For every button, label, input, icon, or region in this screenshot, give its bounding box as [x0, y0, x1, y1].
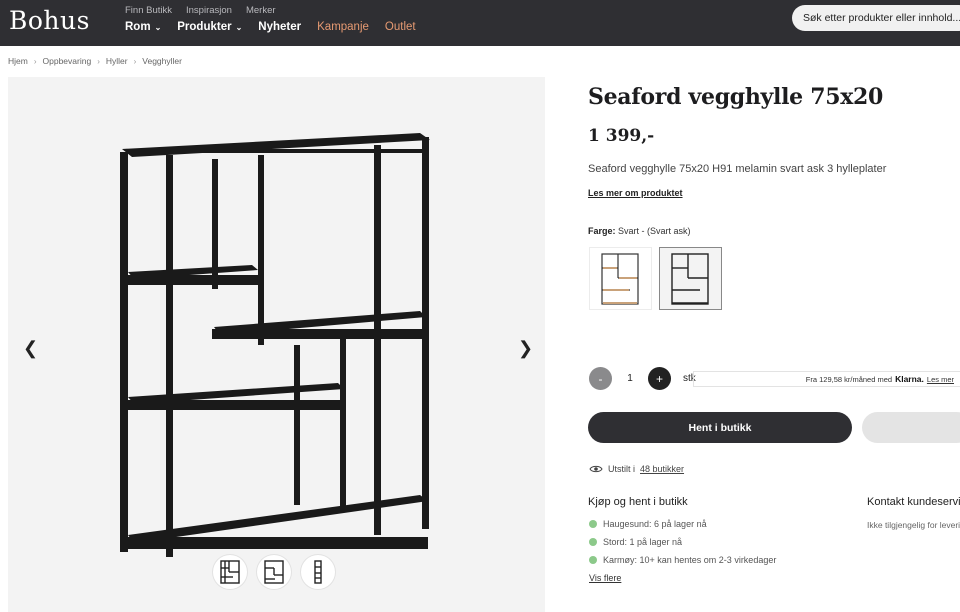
top-link-finn-butikk[interactable]: Finn Butikk	[125, 5, 172, 16]
breadcrumb-hjem[interactable]: Hjem	[8, 56, 28, 66]
in-stock-dot-icon	[589, 520, 597, 528]
store-stock-row: Stord: 1 på lager nå	[589, 537, 682, 547]
in-stock-dot-icon	[589, 538, 597, 546]
store-stock-row: Karmøy: 10+ kan hentes om 2-3 virkedager	[589, 555, 776, 565]
shelf-thumbnail-icon	[220, 560, 240, 584]
main-nav: Rom ⌄ Produkter ⌄ Nyheter Kampanje Outle…	[125, 21, 416, 33]
chevron-right-icon: ›	[133, 56, 137, 66]
show-more-stores-link[interactable]: Vis flere	[589, 573, 621, 583]
exhibit-prefix: Utstilt i	[608, 464, 635, 474]
chevron-right-icon[interactable]: ❯	[518, 338, 533, 359]
pickup-section-title: Kjøp og hent i butikk	[588, 496, 688, 508]
chevron-right-icon: ›	[33, 56, 37, 66]
shelf-side-thumbnail-icon	[314, 560, 322, 584]
eye-icon	[589, 465, 603, 473]
color-selector-label: Farge: Svart - (Svart ask)	[588, 226, 691, 236]
store-stock-text: Stord: 1 på lager nå	[603, 537, 683, 547]
nav-kampanje[interactable]: Kampanje	[317, 21, 369, 33]
color-swatch-black[interactable]	[659, 247, 722, 310]
store-stock-row: Haugesund: 6 på lager nå	[589, 519, 707, 529]
site-header: Bohus Finn Butikk Inspirasjon Merker Rom…	[0, 0, 960, 46]
shelf-swatch-icon	[601, 253, 639, 305]
breadcrumb-vegghyller[interactable]: Vegghyller	[142, 56, 182, 66]
color-value: Svart - (Svart ask)	[618, 226, 691, 236]
color-label: Farge:	[588, 226, 616, 236]
top-links: Finn Butikk Inspirasjon Merker	[125, 5, 276, 16]
color-swatch-natural[interactable]	[589, 247, 652, 310]
thumbnail-angle[interactable]	[257, 555, 291, 589]
product-description: Seaford vegghylle 75x20 H91 melamin svar…	[588, 163, 887, 175]
pickup-in-store-button[interactable]: Hent i butikk	[588, 412, 852, 443]
quantity-decrease-button[interactable]: -	[589, 367, 612, 390]
contact-subtitle: Ikke tilgjengelig for levering	[867, 520, 960, 530]
logo[interactable]: Bohus	[9, 6, 90, 35]
chevron-right-icon: ›	[97, 56, 100, 66]
chevron-down-icon: ⌄	[235, 22, 243, 32]
nav-outlet-label: Outlet	[384, 21, 416, 33]
add-to-cart-button[interactable]	[862, 412, 960, 443]
nav-produkter-label: Produkter	[177, 21, 232, 33]
product-image	[120, 133, 430, 557]
nav-nyheter[interactable]: Nyheter	[258, 21, 301, 33]
product-title: Seaford vegghylle 75x20	[588, 84, 884, 110]
klarna-logo: Klarna.	[895, 374, 924, 384]
nav-nyheter-label: Nyheter	[258, 21, 302, 33]
thumbnail-strip	[213, 555, 335, 589]
quantity-value[interactable]: 1	[620, 373, 640, 384]
klarna-text: Fra 129,58 kr/måned med	[805, 374, 893, 384]
product-gallery: ❮ ❯	[8, 77, 545, 612]
thumbnail-front[interactable]	[213, 555, 247, 589]
thumbnail-side[interactable]	[301, 555, 335, 589]
read-more-link[interactable]: Les mer om produktet	[588, 188, 683, 198]
store-stock-text: Karmøy: 10+ kan hentes om 2-3 virkedager	[603, 555, 777, 565]
klarna-read-more-link[interactable]: Les mer	[927, 375, 954, 384]
search-input[interactable]: Søk etter produkter eller innhold...	[792, 5, 960, 31]
product-price: 1 399,-	[588, 126, 655, 146]
exhibit-stores-link[interactable]: 48 butikker	[640, 464, 684, 474]
in-stock-dot-icon	[589, 556, 597, 564]
exhibited-in-stores: Utstilt i 48 butikker	[589, 464, 684, 474]
nav-rom-label: Rom	[125, 21, 151, 33]
store-stock-text: Haugesund: 6 på lager nå	[603, 519, 707, 529]
contact-title: Kontakt kundeservice	[867, 496, 960, 508]
shelf-swatch-icon	[671, 253, 709, 305]
shelf-thumbnail-icon	[264, 560, 284, 584]
chevron-down-icon: ⌄	[154, 22, 162, 32]
quantity-stepper: - 1 + stk	[589, 367, 696, 390]
top-link-merker[interactable]: Merker	[246, 5, 276, 16]
nav-outlet[interactable]: Outlet	[385, 21, 416, 33]
quantity-increase-button[interactable]: +	[648, 367, 671, 390]
chevron-left-icon[interactable]: ❮	[23, 338, 38, 359]
klarna-banner: Fra 129,58 kr/måned med Klarna. Les mer	[693, 371, 960, 387]
nav-produkter[interactable]: Produkter ⌄	[177, 21, 242, 33]
top-link-inspirasjon[interactable]: Inspirasjon	[186, 5, 232, 16]
breadcrumb-hyller[interactable]: Hyller	[106, 56, 128, 66]
breadcrumb-oppbevaring[interactable]: Oppbevaring	[43, 56, 92, 66]
nav-rom[interactable]: Rom ⌄	[125, 21, 161, 33]
breadcrumb: Hjem › Oppbevaring › Hyller › Vegghyller	[8, 56, 182, 66]
nav-kampanje-label: Kampanje	[317, 21, 369, 33]
